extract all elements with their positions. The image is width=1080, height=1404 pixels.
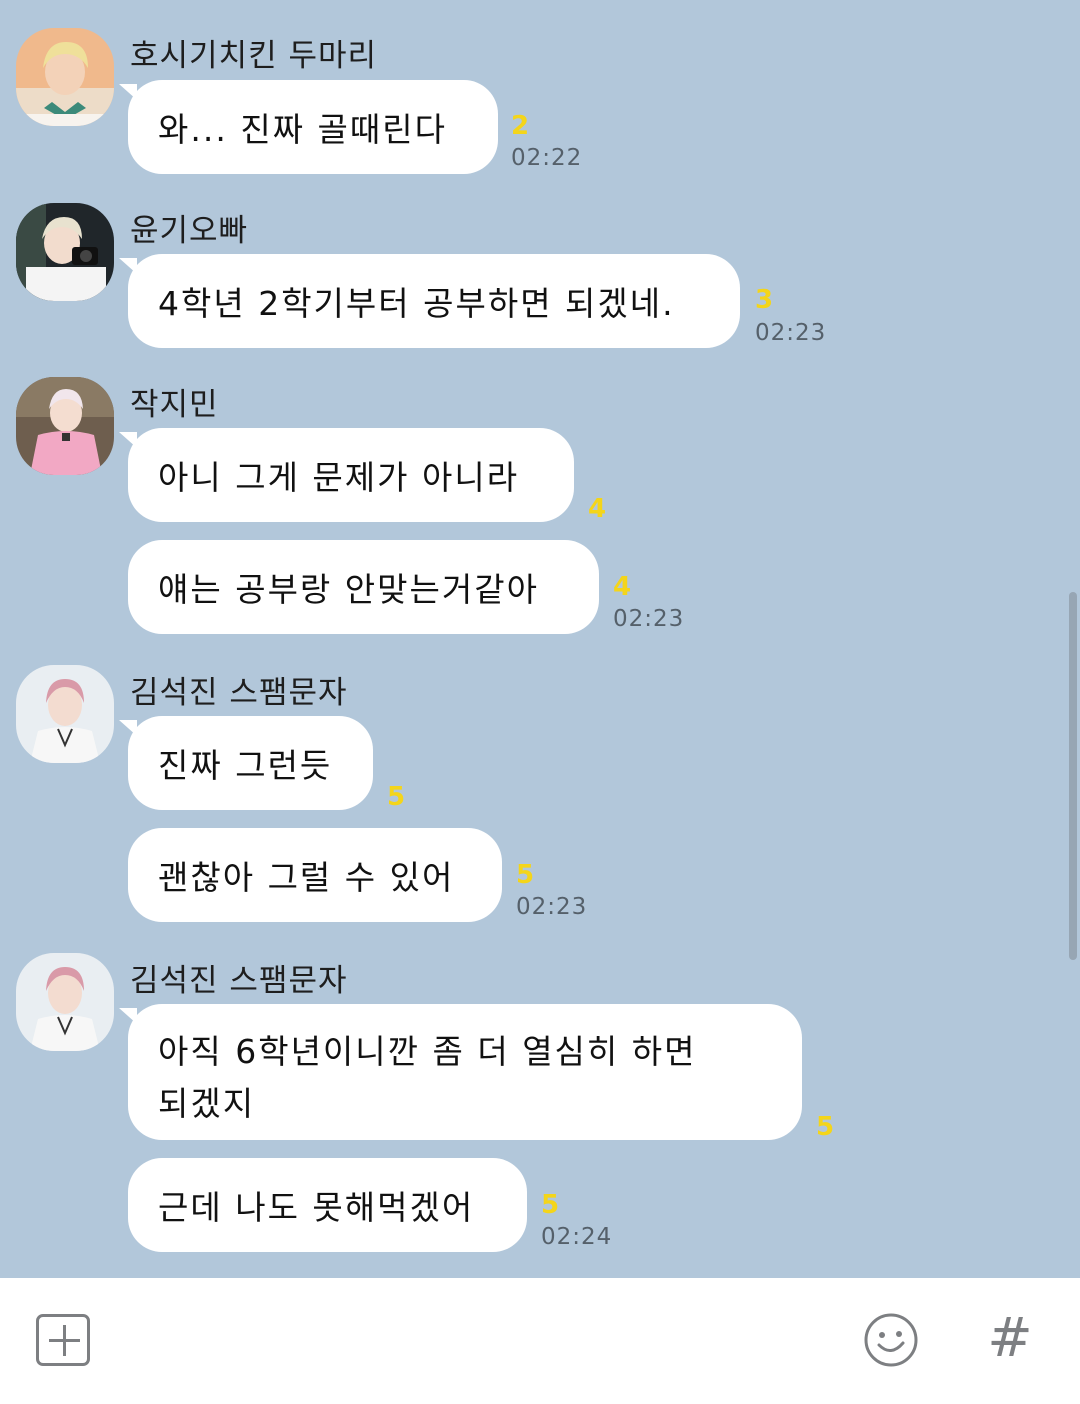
avatar[interactable] xyxy=(16,665,114,763)
message-text: 아직 6학년이니깐 좀 더 열심히 하면 되겠지 xyxy=(158,1032,697,1123)
message-text: 얘는 공부랑 안맞는거같아 xyxy=(158,570,539,609)
message-text: 4학년 2학기부터 공부하면 되겠네. xyxy=(158,284,675,323)
message-text: 아니 그게 문제가 아니라 xyxy=(158,458,520,497)
message-time: 02:23 xyxy=(516,894,588,920)
sender-name: 작지민 xyxy=(130,387,219,423)
unread-count: 3 xyxy=(755,285,774,315)
unread-count: 5 xyxy=(387,782,406,812)
message-time: 02:23 xyxy=(755,320,827,346)
message-bubble[interactable]: 근데 나도 못해먹겠어 xyxy=(128,1158,527,1252)
message-time: 02:22 xyxy=(511,145,583,171)
message-text: 진짜 그런듯 xyxy=(158,746,333,785)
unread-count: 5 xyxy=(516,860,535,890)
sender-name: 김석진 스팸문자 xyxy=(130,963,348,999)
sender-name: 윤기오빠 xyxy=(130,213,249,249)
bubble-tail xyxy=(119,720,137,736)
message-bubble[interactable]: 4학년 2학기부터 공부하면 되겠네. xyxy=(119,254,740,348)
message-bubble[interactable]: 아직 6학년이니깐 좀 더 열심히 하면 되겠지 xyxy=(119,1004,802,1140)
unread-count: 5 xyxy=(816,1112,835,1142)
sender-name: 호시기치킨 두마리 xyxy=(130,38,378,74)
bubble-tail xyxy=(119,432,137,448)
bubble-tail xyxy=(119,84,137,100)
avatar[interactable] xyxy=(16,953,114,1051)
message-time: 02:23 xyxy=(613,606,685,632)
bubble-tail xyxy=(119,258,137,274)
chat-area[interactable]: 호시기치킨 두마리 와... 진짜 골때린다 2 02:22 윤기오빠 4학년 … xyxy=(0,0,1080,1278)
avatar[interactable] xyxy=(16,28,114,126)
smiley-icon[interactable] xyxy=(863,1312,919,1368)
hash-icon[interactable]: # xyxy=(982,1308,1038,1368)
message-bubble[interactable]: 와... 진짜 골때린다 xyxy=(119,80,498,174)
message-text: 근데 나도 못해먹겠어 xyxy=(158,1188,475,1227)
avatar[interactable] xyxy=(16,203,114,301)
message-bubble[interactable]: 진짜 그런듯 xyxy=(119,716,373,810)
avatar[interactable] xyxy=(16,377,114,475)
message-text: 와... 진짜 골때린다 xyxy=(158,110,447,149)
sender-name: 김석진 스팸문자 xyxy=(130,675,348,711)
input-bar: # xyxy=(0,1278,1080,1404)
message-bubble[interactable]: 아니 그게 문제가 아니라 xyxy=(119,428,574,522)
plus-square-icon[interactable] xyxy=(36,1314,90,1366)
scrollbar[interactable] xyxy=(1069,592,1077,960)
unread-count: 4 xyxy=(613,572,632,602)
unread-count: 4 xyxy=(588,494,607,524)
message-time: 02:24 xyxy=(541,1224,613,1250)
message-bubble[interactable]: 얘는 공부랑 안맞는거같아 xyxy=(128,540,599,634)
message-text: 괜찮아 그럴 수 있어 xyxy=(158,858,455,897)
message-bubble[interactable]: 괜찮아 그럴 수 있어 xyxy=(128,828,502,922)
unread-count: 5 xyxy=(541,1190,560,1220)
bubble-tail xyxy=(119,1008,137,1024)
unread-count: 2 xyxy=(511,111,530,141)
